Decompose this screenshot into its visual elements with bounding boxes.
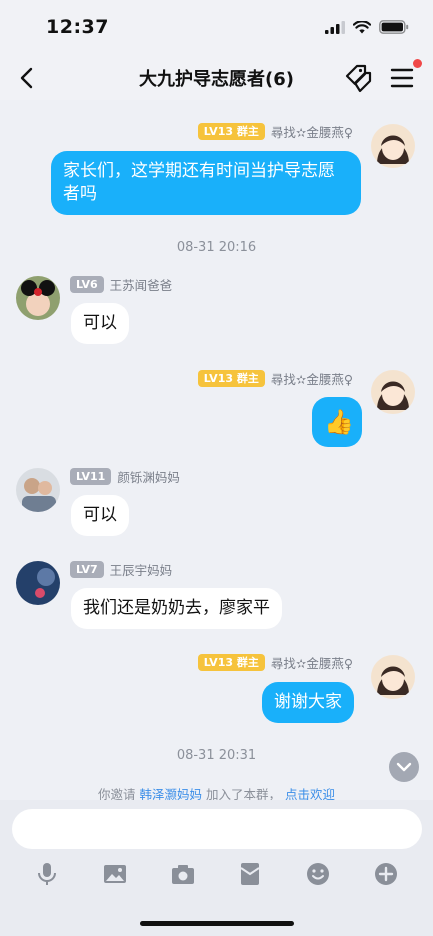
battery-icon <box>379 20 409 34</box>
wifi-icon <box>353 20 371 33</box>
message-bubble[interactable]: 家长们，这学期还有时间当护导志愿者吗 <box>51 151 361 215</box>
chevron-down-icon <box>396 762 412 772</box>
owner-badge: LV13 群主 <box>197 370 265 387</box>
plus-icon[interactable] <box>372 860 400 888</box>
message-meta: LV7 王辰宇妈妈 <box>70 560 172 579</box>
message-meta: LV13 群主 尋找✫金腰燕♀ <box>197 122 353 141</box>
owner-badge: LV13 群主 <box>197 123 265 140</box>
message-meta: LV13 群主 尋找✫金腰燕♀ <box>197 369 353 388</box>
level-badge: LV6 <box>70 276 104 293</box>
sender-name: 王辰宇妈妈 <box>109 563 173 578</box>
timestamp: 08-31 20:31 <box>176 748 257 763</box>
mic-icon[interactable] <box>33 860 61 888</box>
message-bubble[interactable]: 我们还是奶奶去，廖家平 <box>71 588 282 629</box>
sender-name: 颜铄渊妈妈 <box>117 470 180 485</box>
sender-name: 尋找✫金腰燕♀ <box>270 372 353 387</box>
message-meta: LV13 群主 尋找✫金腰燕♀ <box>197 653 353 672</box>
status-bar: 12:37 <box>0 0 433 56</box>
tag-icon[interactable] <box>343 62 377 94</box>
sender-name: 尋找✫金腰燕♀ <box>270 125 353 140</box>
owner-badge: LV13 群主 <box>197 654 265 671</box>
avatar[interactable] <box>371 370 415 414</box>
invitee-link[interactable]: 韩泽灏妈妈 <box>139 787 202 800</box>
system-notice: 你邀请 韩泽灏妈妈 加入了本群， 点击欢迎 <box>97 787 335 800</box>
home-indicator <box>140 921 294 926</box>
menu-icon[interactable] <box>389 65 415 91</box>
message-list[interactable]: LV13 群主 尋找✫金腰燕♀ 家长们，这学期还有时间当护导志愿者吗 08-31… <box>0 100 433 800</box>
level-badge: LV11 <box>70 468 112 485</box>
avatar-illustration <box>371 370 415 414</box>
avatar-illustration <box>371 124 415 168</box>
status-time: 12:37 <box>46 16 109 38</box>
avatar-photo <box>16 276 60 320</box>
red-packet-icon[interactable] <box>236 860 264 888</box>
message-bubble[interactable]: 谢谢大家 <box>262 682 354 723</box>
signal-icon <box>325 20 345 34</box>
thumbs-up-sticker[interactable]: 👍 <box>312 397 362 447</box>
input-area <box>0 800 433 936</box>
message-meta: LV6 王苏闻爸爸 <box>70 275 172 294</box>
avatar[interactable] <box>16 561 60 605</box>
timestamp: 08-31 20:16 <box>176 240 257 255</box>
message-meta: LV11 颜铄渊妈妈 <box>70 467 180 486</box>
avatar[interactable] <box>371 124 415 168</box>
status-icons <box>325 20 409 34</box>
sender-name: 尋找✫金腰燕♀ <box>270 656 353 671</box>
message-input[interactable] <box>12 809 422 849</box>
avatar[interactable] <box>16 468 60 512</box>
image-icon[interactable] <box>101 860 129 888</box>
message-bubble[interactable]: 可以 <box>71 495 129 536</box>
welcome-link[interactable]: 点击欢迎 <box>285 787 335 800</box>
avatar[interactable] <box>371 655 415 699</box>
avatar-illustration <box>371 655 415 699</box>
emoji-icon[interactable] <box>304 860 332 888</box>
avatar[interactable] <box>16 276 60 320</box>
avatar-photo <box>16 468 60 512</box>
avatar-photo <box>16 561 60 605</box>
scroll-to-bottom-button[interactable] <box>389 752 419 782</box>
notification-dot <box>413 59 422 68</box>
camera-icon[interactable] <box>169 860 197 888</box>
chat-header: 大九护导志愿者(6) <box>0 56 433 100</box>
level-badge: LV7 <box>70 561 104 578</box>
message-bubble[interactable]: 可以 <box>71 303 129 344</box>
sender-name: 王苏闻爸爸 <box>109 278 173 293</box>
